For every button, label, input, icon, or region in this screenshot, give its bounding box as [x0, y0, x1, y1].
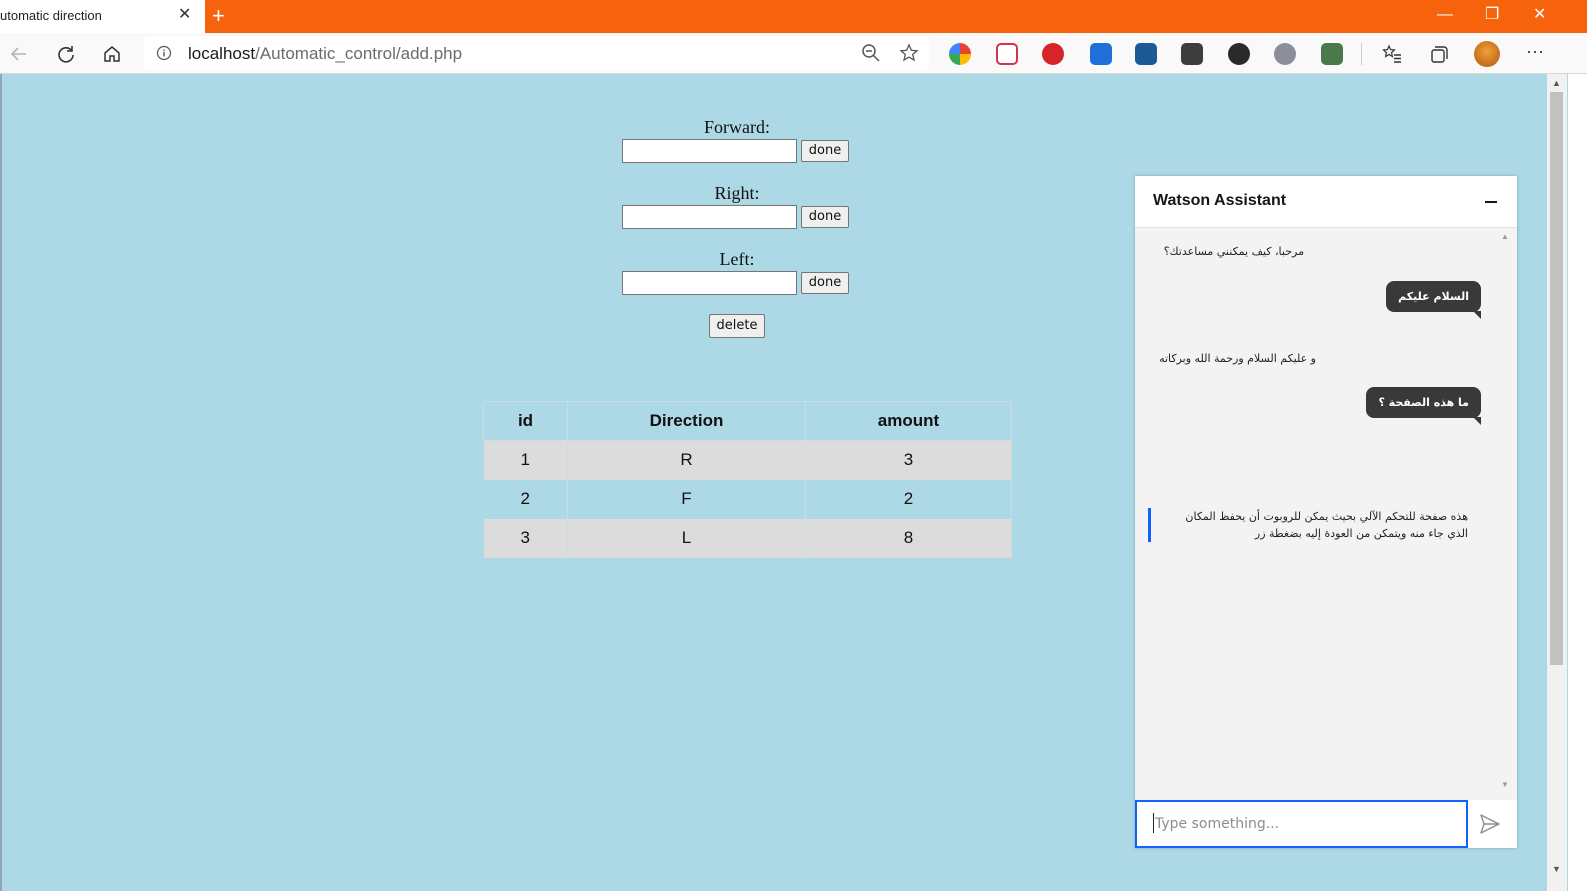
info-icon[interactable]: [156, 45, 172, 61]
table-row: 2 F 2: [483, 479, 1012, 519]
collections-icon[interactable]: [1428, 43, 1450, 65]
new-tab-button[interactable]: +: [212, 5, 225, 27]
url-host: localhost: [188, 44, 256, 63]
browser-tab[interactable]: utomatic direction ✕: [0, 0, 205, 33]
translate-ext-icon[interactable]: [1321, 43, 1343, 65]
favorite-star-icon[interactable]: [898, 42, 920, 64]
more-icon[interactable]: ···: [1524, 40, 1546, 62]
url-path: /Automatic_control/add.php: [255, 44, 463, 63]
right-form: Right: done: [622, 183, 852, 229]
chat-scroll-down-icon[interactable]: ▼: [1501, 780, 1509, 789]
photo-ext-icon[interactable]: [1135, 43, 1157, 65]
cell-id: 2: [483, 479, 568, 519]
chat-title: Watson Assistant: [1153, 192, 1287, 209]
assistant-message: و عليكم السلام ورحمة الله وبركاته: [1159, 352, 1316, 365]
cell-amount: 8: [805, 518, 1012, 558]
zoom-icon[interactable]: [860, 42, 882, 64]
cell-amount: 2: [805, 479, 1012, 519]
browser-toolbar: localhost/Automatic_control/add.php ···: [0, 33, 1587, 74]
refresh-icon[interactable]: [55, 43, 77, 65]
title-bar: utomatic direction ✕ + — ❐ ✕: [0, 0, 1587, 33]
minimize-button[interactable]: —: [1437, 4, 1453, 26]
text-caret: [1153, 813, 1154, 833]
close-window-button[interactable]: ✕: [1533, 4, 1546, 26]
cell-direction: R: [567, 440, 806, 480]
cell-id: 1: [483, 440, 568, 480]
chat-input[interactable]: Type something...: [1135, 800, 1468, 848]
directions-table: id Direction amount 1 R 3 2 F 2 3 L 8: [483, 401, 1012, 558]
color-ext-icon[interactable]: [949, 43, 971, 65]
delete-button[interactable]: delete: [709, 314, 765, 338]
right-label: Right:: [714, 183, 760, 203]
watson-chat-panel: Watson Assistant مرحبا، كيف يمكنني مساعد…: [1135, 176, 1517, 848]
left-done-button[interactable]: done: [801, 272, 849, 294]
scroll-down-icon[interactable]: ▼: [1552, 864, 1561, 874]
url-text[interactable]: localhost/Automatic_control/add.php: [188, 44, 462, 64]
chat-footer: Type something...: [1135, 800, 1517, 848]
download-ext-icon[interactable]: [1228, 43, 1250, 65]
assistant-message: هذه صفحة للتحكم الآلي بحيث يمكن للروبوت …: [1148, 508, 1468, 542]
table-header-row: id Direction amount: [483, 401, 1012, 441]
screen-ext-icon[interactable]: [1090, 43, 1112, 65]
minimize-chat-icon[interactable]: [1485, 201, 1497, 203]
send-icon[interactable]: [1478, 812, 1502, 836]
left-input[interactable]: [622, 271, 797, 295]
column-header-direction: Direction: [567, 401, 806, 441]
toolbar-separator: [1361, 43, 1362, 65]
forward-label: Forward:: [704, 117, 770, 137]
chat-messages: مرحبا، كيف يمكنني مساعدتك؟ السلام عليكم …: [1135, 228, 1517, 796]
left-label: Left:: [719, 249, 755, 269]
tab-title: utomatic direction: [0, 8, 102, 23]
right-input[interactable]: [622, 205, 797, 229]
scrollbar-thumb[interactable]: [1550, 92, 1563, 665]
right-done-button[interactable]: done: [801, 206, 849, 228]
cell-direction: F: [567, 479, 806, 519]
user-message: السلام عليكم: [1386, 281, 1481, 319]
profile-avatar[interactable]: [1474, 41, 1500, 67]
assistant-message: مرحبا، كيف يمكنني مساعدتك؟: [1163, 245, 1304, 258]
chat-header: Watson Assistant: [1135, 176, 1517, 228]
favorites-icon[interactable]: [1381, 43, 1403, 65]
address-bar[interactable]: localhost/Automatic_control/add.php: [144, 36, 929, 70]
restore-button[interactable]: ❐: [1485, 4, 1499, 26]
cell-id: 3: [483, 518, 568, 558]
cell-amount: 3: [805, 440, 1012, 480]
speed-ext-icon[interactable]: [1274, 43, 1296, 65]
pocket-icon[interactable]: [996, 43, 1018, 65]
table-row: 3 L 8: [483, 518, 1012, 558]
left-form: Left: done: [622, 249, 852, 295]
column-header-amount: amount: [805, 401, 1012, 441]
home-icon[interactable]: [101, 43, 123, 65]
chat-scroll-up-icon[interactable]: ▲: [1501, 232, 1509, 241]
forward-input[interactable]: [622, 139, 797, 163]
shield-ext-icon[interactable]: [1181, 43, 1203, 65]
table-row: 1 R 3: [483, 440, 1012, 480]
page-content: Forward: done Right: done Left: done del…: [0, 74, 1568, 891]
forward-done-button[interactable]: done: [801, 140, 849, 162]
tab-close-icon[interactable]: ✕: [178, 7, 191, 23]
user-message: ما هذه الصفحة ؟: [1366, 387, 1481, 425]
forward-form: Forward: done: [622, 117, 852, 163]
adblock-icon[interactable]: [1042, 43, 1064, 65]
cell-direction: L: [567, 518, 806, 558]
scroll-up-icon[interactable]: ▲: [1552, 78, 1561, 88]
page-scrollbar[interactable]: ▲ ▼: [1547, 74, 1567, 891]
back-icon[interactable]: [8, 43, 30, 65]
column-header-id: id: [483, 401, 568, 441]
